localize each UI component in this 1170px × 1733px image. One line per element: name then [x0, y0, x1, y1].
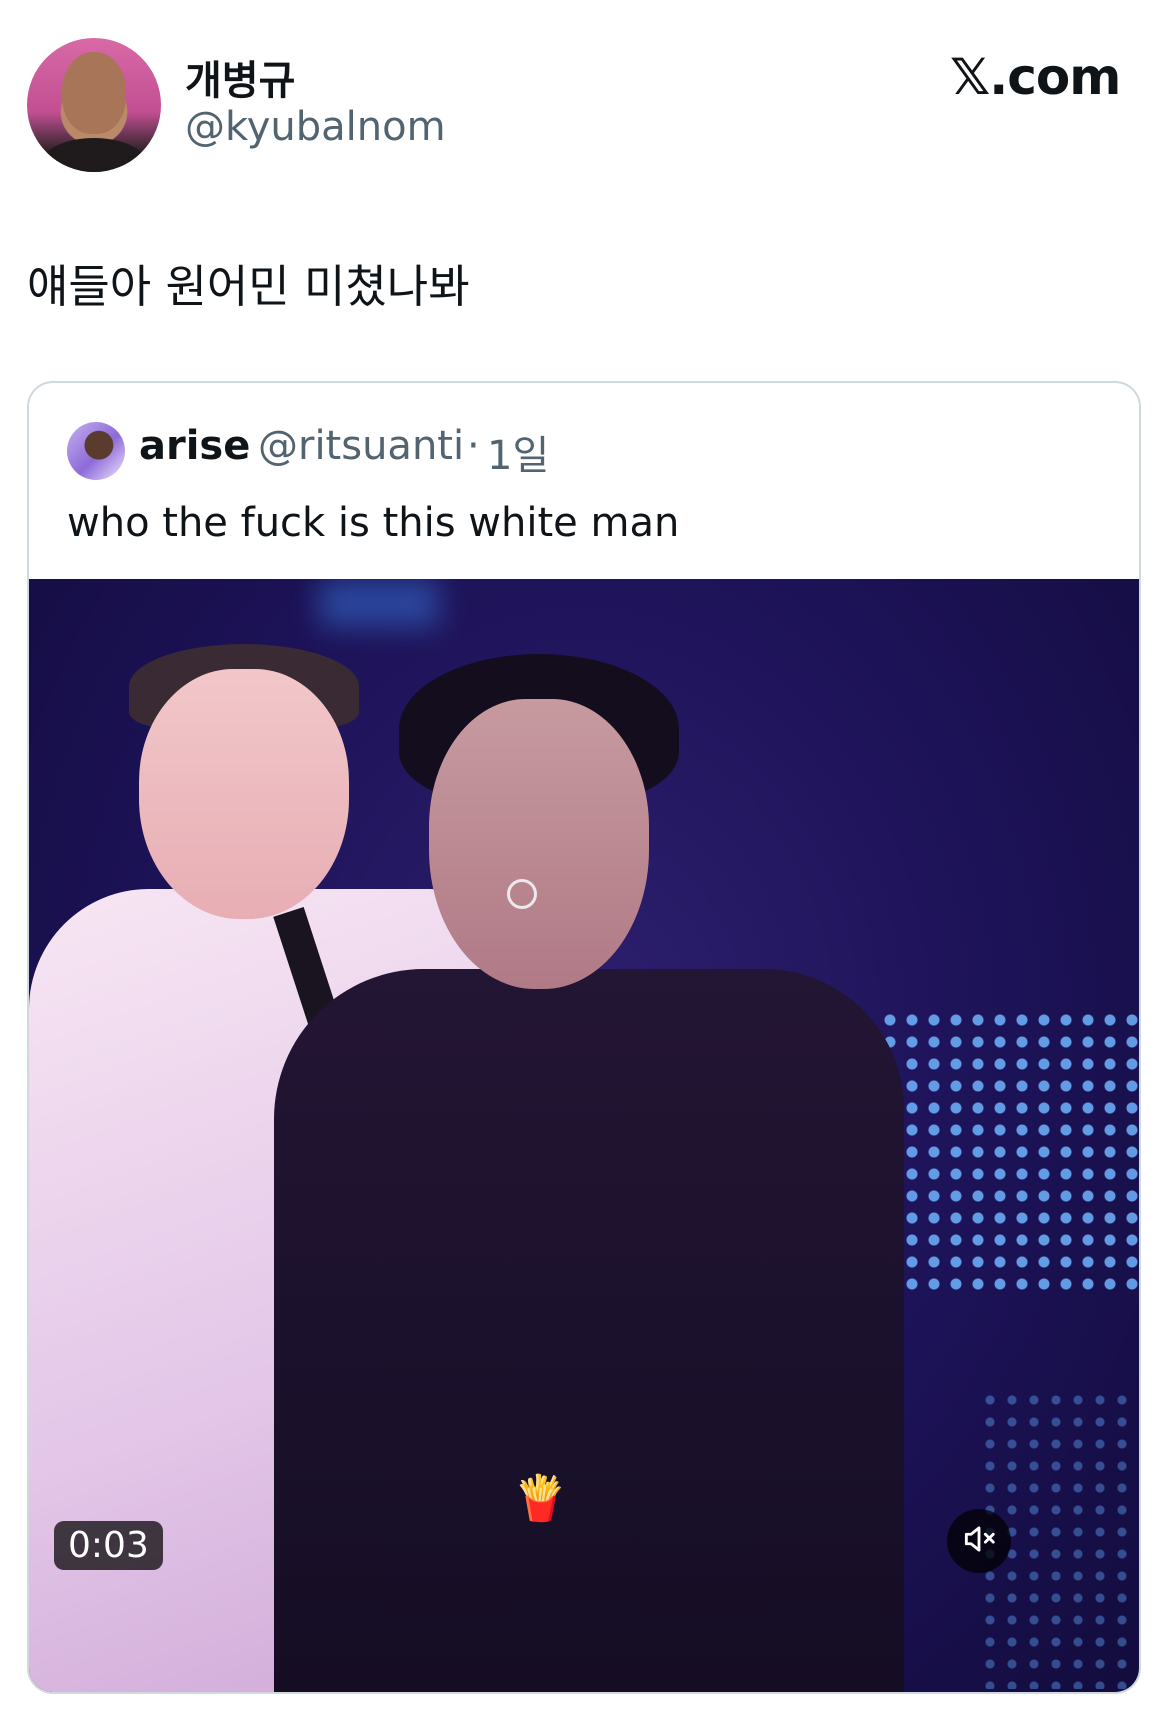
quoted-author-handle[interactable]: @ritsuanti — [258, 423, 464, 469]
headset-mic — [507, 879, 537, 909]
meta-separator: · — [467, 423, 480, 469]
quoted-author-avatar[interactable] — [67, 422, 125, 480]
speaker-muted-icon — [960, 1520, 998, 1562]
stage-light — [319, 579, 439, 627]
quoted-author-display-name[interactable]: arise — [139, 423, 250, 469]
author-avatar[interactable] — [27, 38, 161, 172]
quoted-tweet-time[interactable]: 1일 — [487, 423, 549, 481]
fries-sticker: 🍟 — [513, 1473, 568, 1524]
dancer-white-shirt-face — [139, 669, 349, 919]
mute-toggle-button[interactable] — [947, 1509, 1011, 1573]
avatar-face — [62, 52, 126, 134]
led-wall — [879, 1009, 1139, 1299]
video-timestamp: 0:03 — [54, 1521, 163, 1570]
author-display-name[interactable]: 개병규 — [185, 48, 295, 106]
avatar-shirt — [42, 138, 146, 172]
tweet-text: 얘들아 원어민 미쳤나봐 — [27, 260, 470, 313]
performer-face — [429, 699, 649, 989]
x-logo[interactable]: 𝕏.com — [950, 48, 1121, 106]
video-player[interactable]: 🍟 0:03 — [29, 579, 1139, 1692]
quoted-tweet-text: who the fuck is this white man — [67, 500, 680, 546]
quoted-tweet-card[interactable]: arise @ritsuanti · 1일 who the fuck is th… — [27, 381, 1141, 1694]
author-handle[interactable]: @kyubalnom — [185, 104, 446, 150]
performer-black-outfit — [274, 969, 904, 1692]
